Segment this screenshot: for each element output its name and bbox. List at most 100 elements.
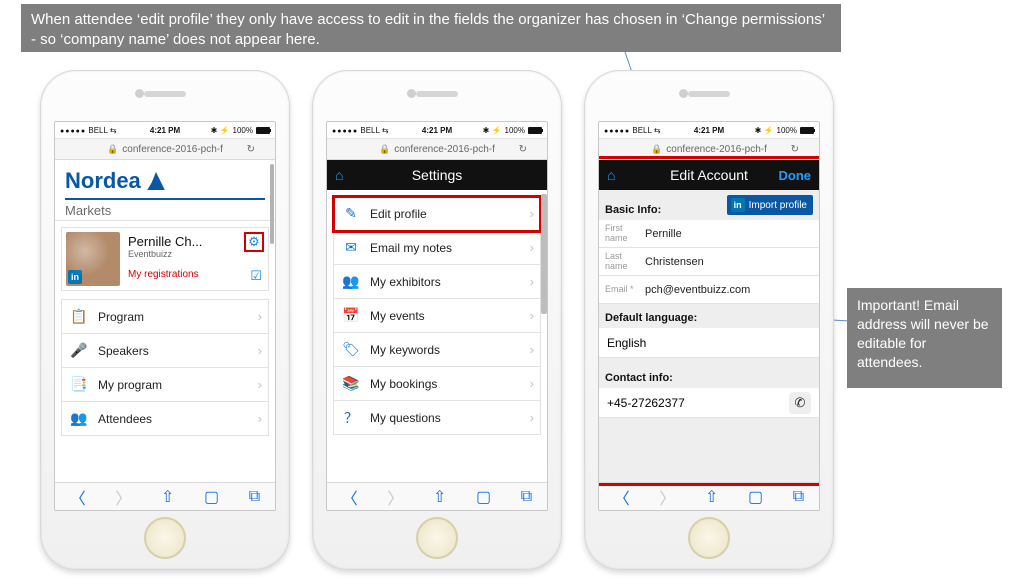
address-bar[interactable]: 🔒 conference-2016-pch-f ↻	[55, 138, 275, 160]
menu-label: My events	[370, 309, 425, 323]
settings-item-my-exhibitors[interactable]: 👥 My exhibitors ›	[334, 265, 540, 299]
menu-item-speakers[interactable]: 🎤Speakers›	[62, 334, 268, 368]
callout-top: When attendee ‘edit profile’ they only h…	[21, 4, 841, 52]
safari-toolbar: 〈 〉 ⇧ ▢ ⧉	[327, 482, 547, 510]
section-default-language: Default language:	[599, 304, 819, 328]
chevron-right-icon: ›	[258, 377, 262, 392]
profile-org: Eventbuizz	[128, 249, 202, 259]
share-icon[interactable]: ⇧	[433, 487, 446, 507]
tabs-icon[interactable]: ⧉	[793, 488, 804, 506]
home-button[interactable]	[144, 517, 186, 559]
language-field[interactable]: English	[599, 328, 819, 358]
menu-icon: 👥	[70, 410, 88, 427]
back-icon[interactable]: 〈	[614, 485, 630, 509]
home-icon[interactable]: ⌂	[335, 167, 343, 183]
menu-item-my-program[interactable]: 📑 My program ›	[62, 368, 268, 402]
settings-gear-highlight[interactable]: ⚙	[244, 232, 264, 252]
menu-icon: 📋	[70, 308, 88, 325]
menu-label: Speakers	[98, 344, 149, 358]
registrations-icon[interactable]: ☑	[250, 268, 262, 284]
brand-header: Nordea Markets	[55, 160, 275, 221]
chevron-right-icon: ›	[258, 309, 262, 324]
home-icon[interactable]: ⌂	[607, 167, 615, 183]
back-icon[interactable]: 〈	[342, 485, 358, 509]
my-registrations-link[interactable]: My registrations	[128, 269, 202, 280]
settings-item-my-bookings[interactable]: 📚 My bookings ›	[334, 367, 540, 401]
menu-label: My exhibitors	[370, 275, 441, 289]
settings-item-my-keywords[interactable]: 🏷My keywords›	[334, 333, 540, 367]
bookmarks-icon[interactable]: ▢	[748, 487, 763, 507]
menu-icon: ✎	[342, 205, 360, 222]
import-profile-button[interactable]: in Import profile	[727, 195, 813, 215]
done-button[interactable]: Done	[779, 168, 812, 183]
linkedin-icon: in	[68, 270, 82, 284]
forward-icon: 〉	[387, 485, 403, 509]
avatar: in	[66, 232, 120, 286]
menu-label: My questions	[370, 411, 441, 425]
settings-item-my-questions[interactable]: ？My questions›	[334, 401, 540, 435]
menu-item-program[interactable]: 📋 Program ›	[62, 300, 268, 334]
chevron-right-icon: ›	[258, 411, 262, 426]
phone-mockup-2: ●●●●● BELL ⇆ 4:21 PM ✱ ⚡ 100% 🔒 conferen…	[312, 70, 562, 570]
address-bar[interactable]: 🔒 conference-2016-pch-f ↻	[327, 138, 547, 160]
bookmarks-icon[interactable]: ▢	[204, 487, 219, 507]
tabs-icon[interactable]: ⧉	[521, 488, 532, 506]
settings-menu: ✎ Edit profile › ✉Email my notes› 👥 My exhibi…	[333, 196, 541, 435]
phone-mockup-3: ●●●●● BELL ⇆ 4:21 PM ✱ ⚡ 100% 🔒 conferen…	[584, 70, 834, 570]
menu-item-attendees[interactable]: 👥 Attendees ›	[62, 402, 268, 436]
bookmarks-icon[interactable]: ▢	[476, 487, 491, 507]
scrollbar[interactable]	[541, 194, 547, 314]
main-menu: 📋Program›🎤Speakers›📑My program›👥Attendee…	[61, 299, 269, 436]
menu-label: Email my notes	[370, 241, 452, 255]
forward-icon: 〉	[659, 485, 675, 509]
share-icon[interactable]: ⇧	[705, 487, 718, 507]
lock-icon: 🔒	[107, 144, 118, 155]
first-name-field[interactable]: First name Pernille	[599, 220, 819, 248]
page-title: Settings	[412, 167, 463, 183]
nav-bar: ⌂ Edit Account Done	[599, 160, 819, 190]
page-title: Edit Account	[670, 167, 748, 183]
menu-label: Attendees	[98, 412, 152, 426]
last-name-field[interactable]: Last name Christensen	[599, 248, 819, 276]
phone-field[interactable]: +45-27262377 ✆	[599, 388, 819, 418]
chevron-right-icon: ›	[530, 308, 534, 323]
home-button[interactable]	[416, 517, 458, 559]
menu-icon: 📚	[342, 375, 360, 392]
email-field: Email pch@eventbuizz.com	[599, 276, 819, 304]
status-bar: ●●●●● BELL ⇆ 4:21 PM ✱ ⚡ 100%	[599, 122, 819, 138]
menu-label: Program	[98, 310, 144, 324]
menu-label: My bookings	[370, 377, 437, 391]
address-bar[interactable]: 🔒 conference-2016-pch-f ↻	[599, 138, 819, 160]
status-bar: ●●●●● BELL ⇆ 4:21 PM ✱ ⚡ 100%	[55, 122, 275, 138]
chevron-right-icon: ›	[530, 410, 534, 425]
chevron-right-icon: ›	[530, 274, 534, 289]
settings-item-email-my-notes[interactable]: ✉Email my notes›	[334, 231, 540, 265]
chevron-right-icon: ›	[530, 376, 534, 391]
reload-icon[interactable]: ↻	[791, 144, 799, 155]
phone-icon: ✆	[789, 392, 811, 414]
lock-icon: 🔒	[379, 144, 390, 155]
callout-email: Important! Email address will never be e…	[847, 288, 1002, 388]
back-icon[interactable]: 〈	[70, 485, 86, 509]
scrollbar[interactable]	[270, 164, 274, 244]
share-icon[interactable]: ⇧	[161, 487, 174, 507]
menu-icon: 👥	[342, 273, 360, 290]
nav-bar: ⌂ Settings	[327, 160, 547, 190]
settings-item-edit-profile[interactable]: ✎Edit profile›	[334, 197, 540, 231]
reload-icon[interactable]: ↻	[519, 144, 527, 155]
tabs-icon[interactable]: ⧉	[249, 488, 260, 506]
home-button[interactable]	[688, 517, 730, 559]
reload-icon[interactable]: ↻	[247, 144, 255, 155]
settings-item-my-events[interactable]: 📅My events›	[334, 299, 540, 333]
menu-label: My program	[98, 378, 162, 392]
safari-toolbar: 〈 〉 ⇧ ▢ ⧉	[599, 482, 819, 510]
chevron-right-icon: ›	[530, 342, 534, 357]
status-bar: ●●●●● BELL ⇆ 4:21 PM ✱ ⚡ 100%	[327, 122, 547, 138]
chevron-right-icon: ›	[258, 343, 262, 358]
forward-icon: 〉	[115, 485, 131, 509]
menu-label: Edit profile	[370, 207, 427, 221]
menu-icon: 📑	[70, 376, 88, 393]
logo-icon	[143, 172, 165, 190]
linkedin-icon: in	[731, 198, 745, 212]
profile-card[interactable]: in Pernille Ch... Eventbuizz My registra…	[61, 227, 269, 291]
